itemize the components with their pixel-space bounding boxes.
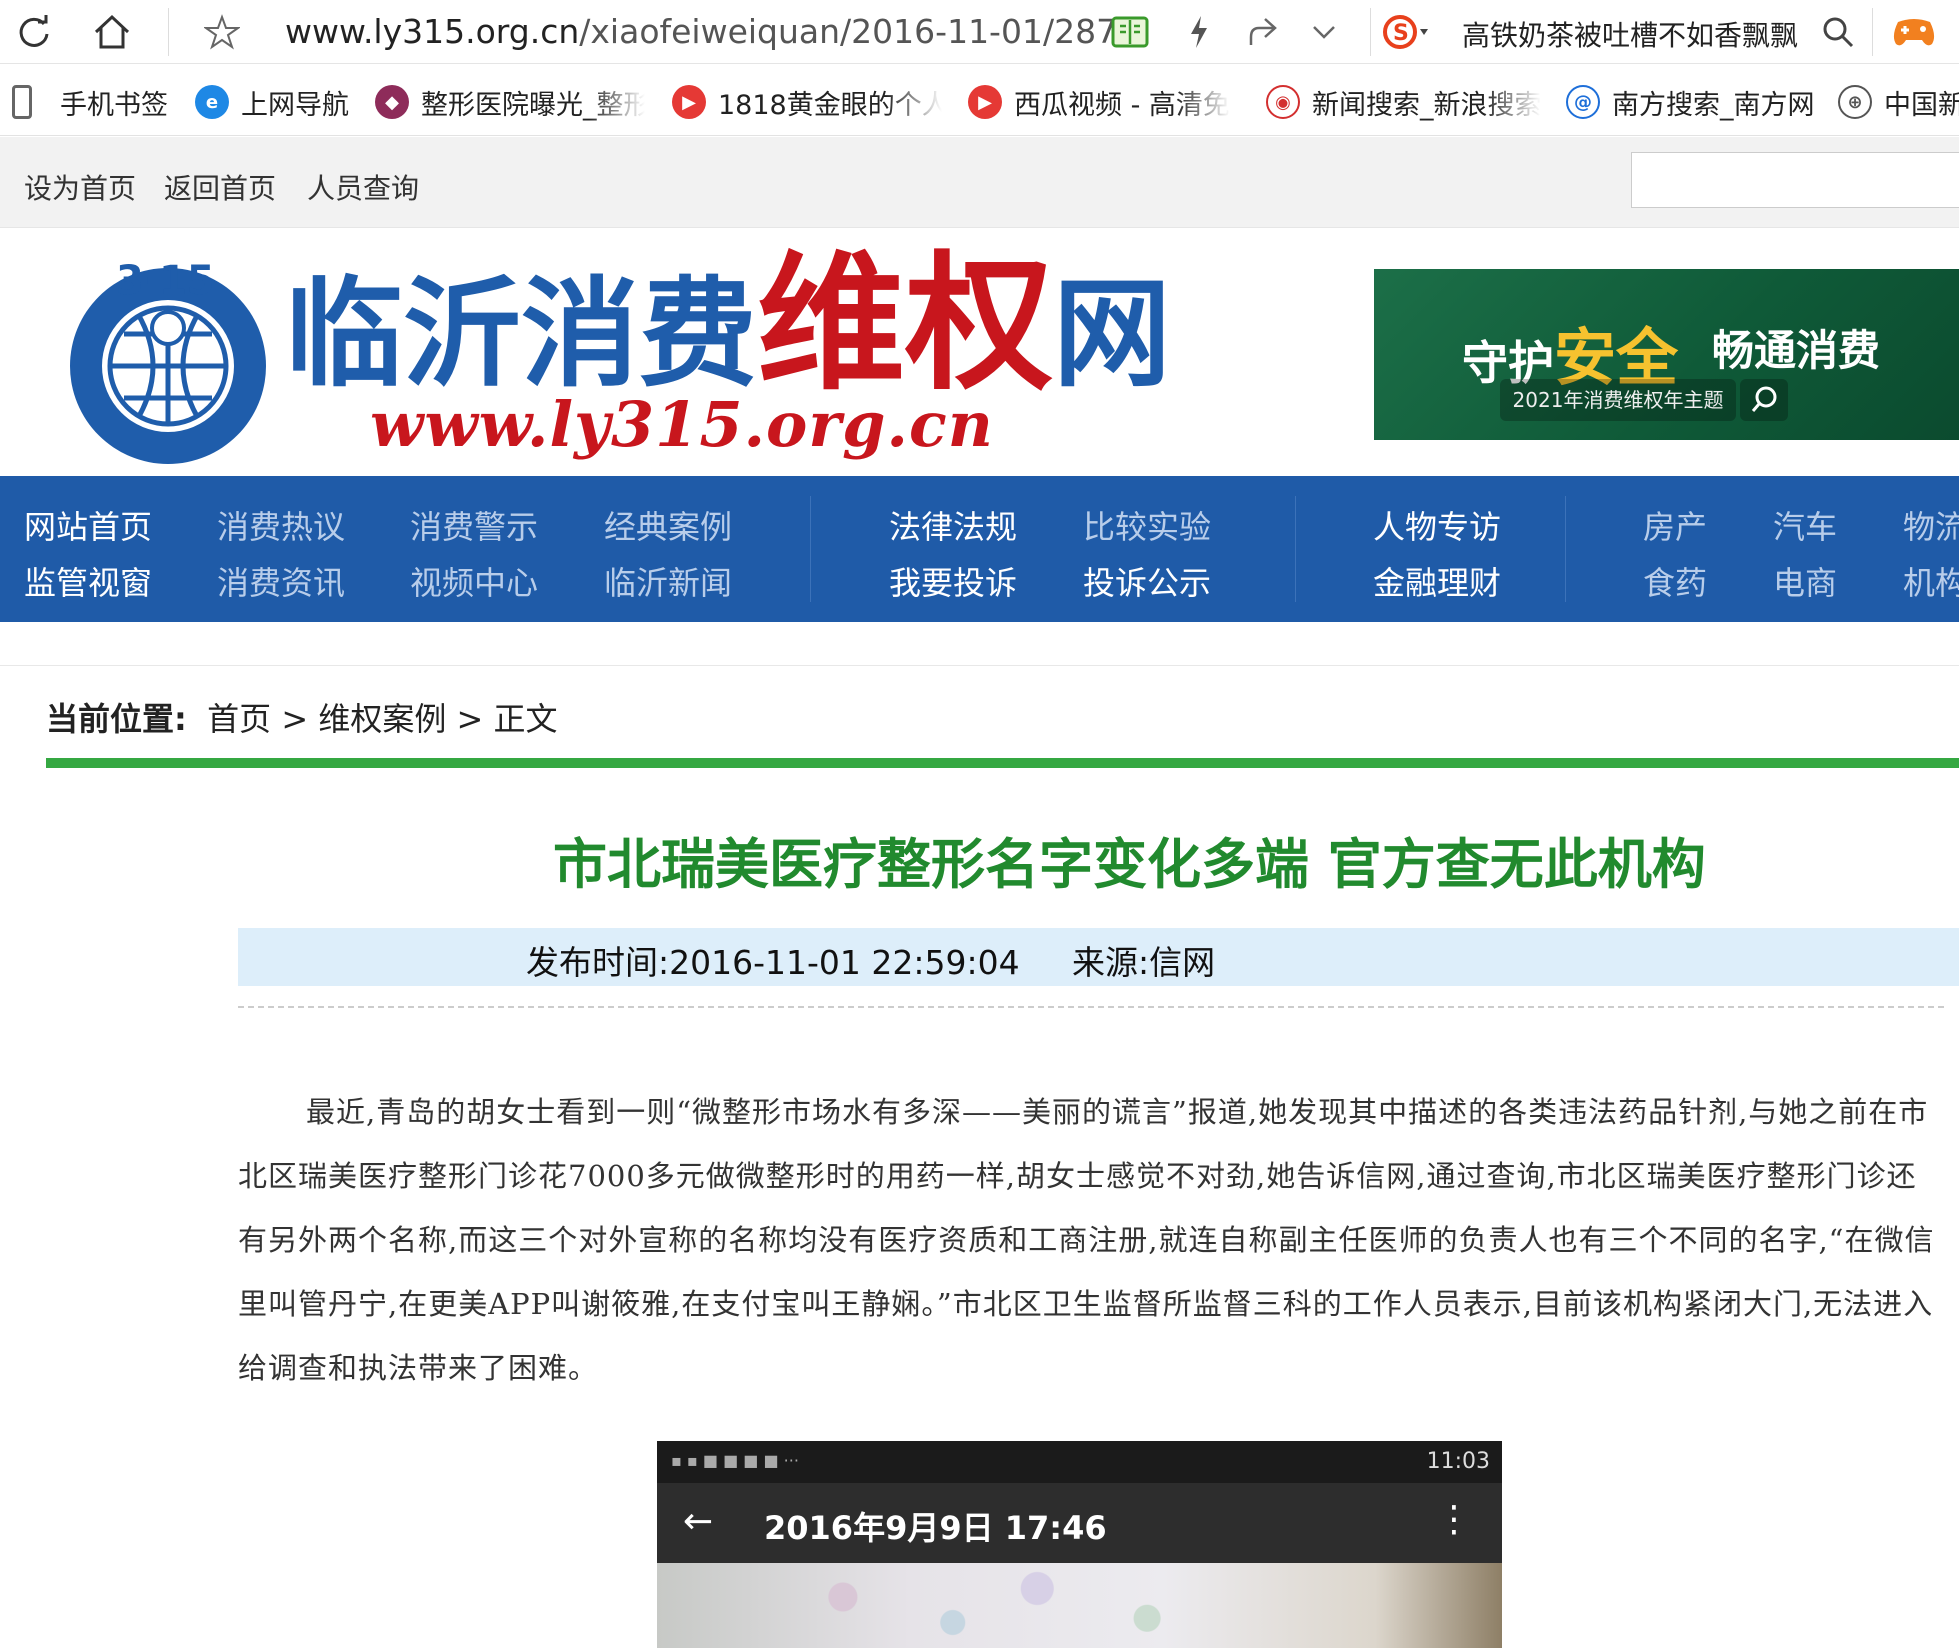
- status-icons: ▪ ▪ ■ ■ ■ ■ ···: [671, 1451, 799, 1470]
- banner-theme-pill: 2021年消费维权年主题: [1500, 379, 1736, 421]
- nav-supervision[interactable]: 监管视窗: [24, 558, 152, 604]
- globe-icon: ⊕: [1838, 85, 1872, 119]
- svg-text:S: S: [1393, 21, 1409, 46]
- banner-search-icon: [1740, 379, 1788, 421]
- nav-comparison-test[interactable]: 比较实验: [1083, 502, 1211, 548]
- article-image: ▪ ▪ ■ ■ ■ ■ ··· 11:03 ← 2016年9月9日 17:46 …: [657, 1441, 1502, 1648]
- bookmark-item[interactable]: ◆ 整形医院曝光_整形: [375, 82, 645, 122]
- nav-logistics[interactable]: 物流: [1903, 502, 1959, 548]
- url-domain: www.ly315.org.cn: [285, 12, 580, 51]
- article-title: 市北瑞美医疗整形名字变化多端 官方查无此机构: [553, 833, 1706, 896]
- search-suggestion[interactable]: 高铁奶茶被吐槽不如香飘飘: [1462, 14, 1812, 54]
- banner-subline: 畅通消费: [1712, 326, 1881, 375]
- bookmark-label: 手机书签: [60, 89, 168, 121]
- nav-institutions[interactable]: 机构: [1903, 558, 1959, 604]
- logo-mark-text: 3·15: [116, 258, 215, 304]
- nav-complaint-public[interactable]: 投诉公示: [1083, 558, 1211, 604]
- bookmark-label: 上网导航: [241, 89, 349, 121]
- dashed-divider: [238, 1006, 1944, 1008]
- bookmarks-bar: 手机书签 e 上网导航 ◆ 整形医院曝光_整形 ▶ 1818黄金眼的个人 ▶ 西…: [0, 64, 1959, 136]
- address-url[interactable]: www.ly315.org.cn/xiaofeiweiquan/2016-11-…: [285, 12, 1138, 51]
- phone-time: 11:03: [1426, 1449, 1490, 1474]
- nav-consumer-hot[interactable]: 消费热议: [217, 502, 345, 548]
- nav-divider: [810, 496, 811, 602]
- video-play-icon: ▶: [968, 85, 1002, 119]
- bookmark-item[interactable]: ◉ 新闻搜索_新浪搜索: [1266, 82, 1541, 122]
- bookmark-item[interactable]: e 上网导航: [195, 82, 355, 122]
- bookmark-item[interactable]: ▶ 西瓜视频 - 高清免: [968, 82, 1236, 122]
- phone-status-bar: ▪ ▪ ■ ■ ■ ■ ··· 11:03: [657, 1441, 1502, 1483]
- bookmark-label: 西瓜视频 - 高清免: [1014, 89, 1230, 121]
- site-search-input[interactable]: [1631, 152, 1959, 208]
- nav-ecommerce[interactable]: 电商: [1773, 558, 1837, 604]
- nav-auto[interactable]: 汽车: [1773, 502, 1837, 548]
- nav-food-drug[interactable]: 食药: [1643, 558, 1707, 604]
- green-divider: [46, 758, 1959, 768]
- nav-complain[interactable]: 我要投诉: [889, 558, 1017, 604]
- reload-icon[interactable]: [10, 8, 58, 56]
- browser-address-bar: www.ly315.org.cn/xiaofeiweiquan/2016-11-…: [0, 0, 1959, 64]
- set-homepage-link[interactable]: 设为首页: [24, 167, 136, 207]
- article-meta: 发布时间:2016-11-01 22:59:04 来源:信网: [526, 943, 1216, 982]
- nav-video-center[interactable]: 视频中心: [410, 558, 538, 604]
- search-icon[interactable]: [1814, 8, 1862, 56]
- site-title: 临沂消费维权网: [285, 250, 1171, 398]
- nav-finance[interactable]: 金融理财: [1373, 558, 1501, 604]
- share-icon[interactable]: [1238, 8, 1286, 56]
- article-paragraph: 最近,青岛的胡女士看到一则“微整形市场水有多深——美丽的谎言”报道,她发现其中描…: [238, 1095, 1935, 1385]
- reader-mode-icon[interactable]: [1106, 8, 1154, 56]
- game-icon[interactable]: [1890, 8, 1938, 56]
- nav-consumer-warning[interactable]: 消费警示: [410, 502, 538, 548]
- toolbar-divider: [168, 8, 169, 56]
- site-title-tail: 网: [1053, 265, 1172, 403]
- photo-content: [657, 1563, 1502, 1648]
- nav-real-estate[interactable]: 房产: [1643, 502, 1707, 548]
- swirl-icon: @: [1566, 85, 1600, 119]
- site-url-logo: www.ly315.org.cn: [370, 388, 994, 461]
- url-path: /xiaofeiweiquan/2016-11-01/2870: [579, 12, 1139, 51]
- site-title-blue: 临沂消费: [285, 265, 758, 403]
- phone-icon: [12, 85, 32, 119]
- bookmark-label: 新闻搜索_新浪搜索: [1312, 89, 1541, 121]
- search-engine-icon[interactable]: S: [1382, 8, 1430, 56]
- bookmark-label: 1818黄金眼的个人: [718, 89, 942, 121]
- nav-linyi-news[interactable]: 临沂新闻: [604, 558, 732, 604]
- back-home-link[interactable]: 返回首页: [164, 167, 276, 207]
- nav-laws[interactable]: 法律法规: [889, 502, 1017, 548]
- toolbar-divider: [1370, 8, 1371, 56]
- back-arrow-icon: ←: [683, 1501, 714, 1542]
- bookmark-label: 南方搜索_南方网: [1612, 89, 1815, 121]
- nav-classic-cases[interactable]: 经典案例: [604, 502, 732, 548]
- bookmark-label: 整形医院曝光_整形: [421, 89, 645, 121]
- bookmark-item[interactable]: ⊕ 中国新: [1838, 82, 1959, 122]
- star-icon[interactable]: [198, 8, 246, 56]
- nav-interviews[interactable]: 人物专访: [1373, 502, 1501, 548]
- home-icon[interactable]: [88, 8, 136, 56]
- breadcrumb-path[interactable]: 首页 > 维权案例 > 正文: [207, 700, 557, 738]
- divider: [0, 665, 1959, 666]
- site-logo-icon[interactable]: 3·15: [62, 254, 274, 466]
- site-title-red: 维权: [757, 238, 1054, 410]
- site-logo-icon: ◆: [375, 85, 409, 119]
- bookmark-item[interactable]: ▶ 1818黄金眼的个人: [672, 82, 942, 122]
- bookmark-label: 中国新: [1884, 89, 1959, 121]
- nav-divider: [1295, 496, 1296, 602]
- header-banner[interactable]: 守护安全 畅通消费 2021年消费维权年主题: [1374, 269, 1959, 440]
- bookmark-item[interactable]: @ 南方搜索_南方网: [1566, 82, 1820, 122]
- phone-date: 2016年9月9日 17:46: [764, 1509, 1107, 1547]
- ie-icon: e: [195, 85, 229, 119]
- nav-consumer-news[interactable]: 消费资讯: [217, 558, 345, 604]
- breadcrumb: 当前位置: 首页 > 维权案例 > 正文: [46, 694, 557, 740]
- more-menu-icon: ⋮: [1436, 1499, 1472, 1540]
- weibo-icon: ◉: [1266, 85, 1300, 119]
- nav-home[interactable]: 网站首页: [24, 502, 152, 548]
- toolbar-divider: [1872, 8, 1873, 56]
- staff-query-link[interactable]: 人员查询: [307, 167, 419, 207]
- video-play-icon: ▶: [672, 85, 706, 119]
- chevron-down-icon[interactable]: [1300, 8, 1348, 56]
- bookmark-item[interactable]: 手机书签: [12, 82, 172, 122]
- nav-divider: [1565, 496, 1566, 602]
- flash-icon[interactable]: [1175, 8, 1223, 56]
- breadcrumb-label: 当前位置:: [46, 700, 187, 738]
